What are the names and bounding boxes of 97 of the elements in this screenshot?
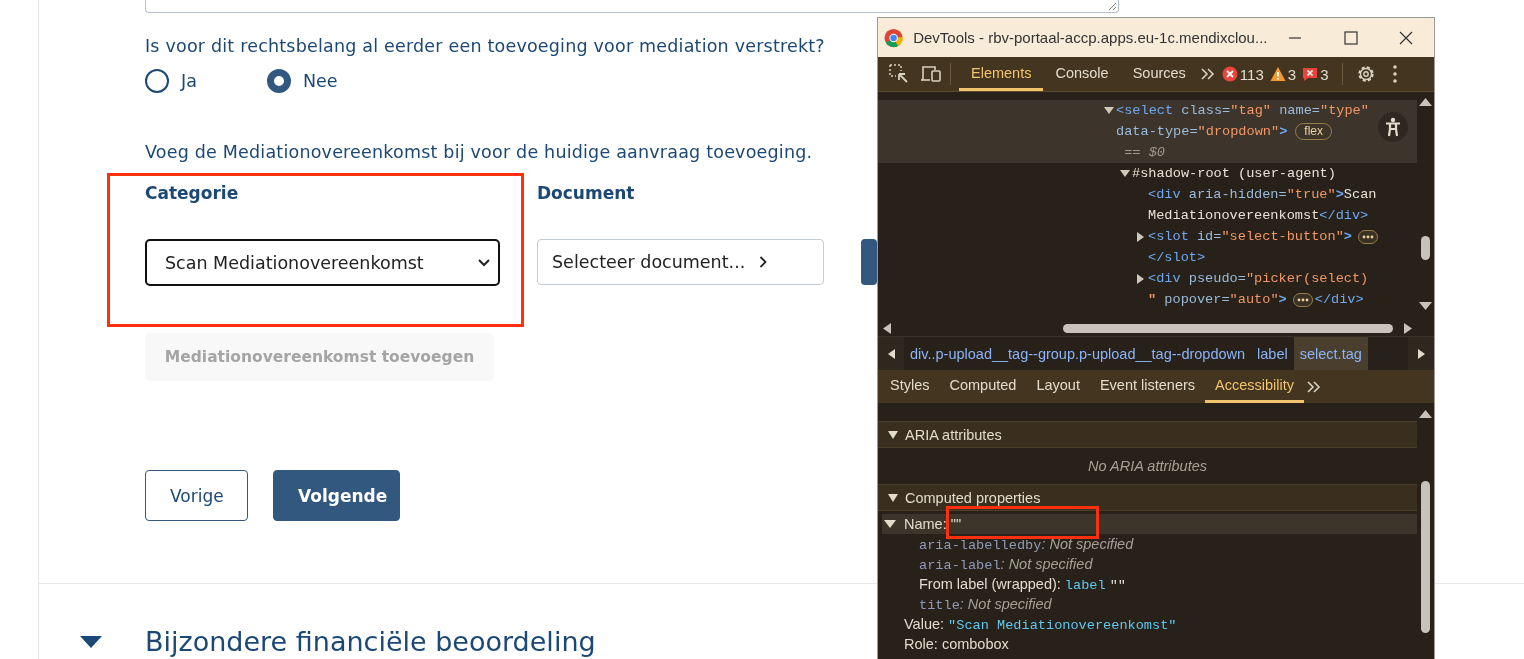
- section-header[interactable]: ARIA attributes: [878, 421, 1417, 448]
- devtools-tab[interactable]: Console: [1043, 57, 1121, 91]
- resize-grip-icon[interactable]: [1108, 2, 1117, 11]
- property-text: Value: "Scan Mediationovereenkomst": [904, 615, 1177, 633]
- scroll-up-icon[interactable]: [1419, 409, 1432, 418]
- scroll-right-icon[interactable]: [1417, 348, 1425, 359]
- scrollbar-thumb[interactable]: [1063, 324, 1393, 333]
- empty-message: No ARIA attributes: [1087, 457, 1208, 476]
- scroll-left-button[interactable]: [878, 337, 904, 370]
- property-row[interactable]: Name: "": [882, 514, 1417, 534]
- property-text: Name: "": [904, 516, 962, 532]
- property-text: From label (wrapped): label "": [919, 575, 1126, 593]
- property-text: title: Not specified: [919, 595, 1052, 613]
- panel-tab[interactable]: Computed: [939, 370, 1027, 403]
- scroll-down-icon[interactable]: [1419, 302, 1432, 311]
- property-text: aria-label: Not specified: [919, 555, 1093, 573]
- scrollbar-thumb[interactable]: [1421, 236, 1430, 260]
- ellipsis-icon[interactable]: [1292, 292, 1313, 307]
- more-tabs-icon[interactable]: [1199, 67, 1216, 81]
- section-heading[interactable]: Bijzondere financiële beoordeling: [145, 624, 596, 659]
- devtools-tab[interactable]: Sources: [1120, 57, 1198, 91]
- dom-code-line: " popover="auto">: [1148, 292, 1287, 307]
- device-toolbar-icon[interactable]: [920, 63, 942, 85]
- dom-code-line: </div>: [1314, 292, 1364, 307]
- breadcrumb[interactable]: select.tag: [1293, 337, 1368, 370]
- expand-arrow-icon[interactable]: [884, 520, 896, 528]
- dom-node-row[interactable]: #shadow-root (user-agent): [878, 163, 1417, 184]
- expand-arrow-icon[interactable]: [1104, 106, 1114, 115]
- panel-tab[interactable]: Event listeners: [1089, 370, 1206, 403]
- category-dropdown[interactable]: Scan Mediationovereenkomst: [145, 239, 500, 286]
- scroll-left-icon[interactable]: [887, 348, 895, 359]
- scrollbar-thumb[interactable]: [1421, 481, 1430, 633]
- section-title: Computed properties: [905, 489, 1041, 506]
- panel-tab[interactable]: Accessibility: [1205, 370, 1305, 403]
- field-label: Document: [537, 183, 636, 203]
- next-button[interactable]: Volgende: [273, 470, 400, 521]
- question-text: Is voor dit rechtsbelang al eerder een toevoeging voor mediation verstrekt?: [145, 35, 825, 58]
- text-area-field[interactable]: [145, 0, 1119, 13]
- radio-button[interactable]: [267, 69, 291, 93]
- dom-code-line: Mediationovereenkomst</div>: [1148, 208, 1369, 223]
- field-label: Categorie: [145, 183, 240, 203]
- breadcrumb[interactable]: div..p-upload__tag--group.p-upload__tag--dropdown: [904, 337, 1252, 370]
- instruction-text: Voeg de Mediationovereenkomst bij voor de huidige aanvraag toevoeging.: [145, 141, 813, 164]
- expand-arrow-icon[interactable]: [1137, 231, 1145, 242]
- browser-logo-icon: [884, 27, 904, 48]
- property-text: aria-labelledby: Not specified: [919, 535, 1134, 553]
- dom-node-row[interactable]: <select class="tag" name="type" data-type="dropdown"> flex == $0: [878, 100, 1417, 163]
- chevron-down-icon: [478, 258, 490, 267]
- collapse-triangle-icon[interactable]: [80, 636, 102, 648]
- issue-icon: [1302, 66, 1319, 82]
- dom-code-line: </slot>: [1148, 250, 1206, 265]
- selected-node-reference: == $0: [1123, 145, 1165, 160]
- expand-arrow-icon[interactable]: [888, 493, 898, 502]
- dom-code-line: #shadow-root (user-agent): [1132, 166, 1336, 181]
- devtools-tab[interactable]: Elements: [959, 57, 1044, 91]
- warning-icon: [1269, 66, 1286, 82]
- expand-arrow-icon[interactable]: [1120, 169, 1130, 178]
- expand-arrow-icon[interactable]: [888, 430, 898, 439]
- count-label[interactable]: 3: [1320, 65, 1329, 83]
- select-document-button[interactable]: Selecteer document...: [537, 239, 824, 285]
- accessibility-icon[interactable]: [1385, 117, 1401, 137]
- scroll-up-icon[interactable]: [1419, 97, 1432, 106]
- dom-node-row[interactable]: <div aria-hidden="true">Scan Mediationovereenkomst</div>: [878, 184, 1417, 226]
- inspect-element-icon[interactable]: [888, 63, 910, 85]
- expand-arrow-icon[interactable]: [1137, 273, 1145, 284]
- property-row[interactable]: Role: combobox: [878, 634, 1417, 654]
- radio-label[interactable]: Ja: [181, 71, 197, 91]
- more-options-icon[interactable]: [1391, 63, 1400, 85]
- radio-label[interactable]: Nee: [303, 71, 338, 91]
- scroll-right-button[interactable]: [1408, 337, 1434, 370]
- section-header[interactable]: Computed properties: [878, 484, 1417, 511]
- panel-tab[interactable]: Styles: [880, 370, 940, 403]
- dom-code-line: <div aria-hidden="true">Scan: [1148, 187, 1377, 202]
- scroll-right-icon[interactable]: [1404, 323, 1413, 334]
- dom-code-line: data-type="dropdown">: [1116, 124, 1288, 139]
- chevron-right-icon: [759, 256, 768, 268]
- window-title: DevTools - rbv-portaal-accp.apps.eu-1c.mendixclou...: [913, 29, 1268, 46]
- maximize-icon[interactable]: [1343, 30, 1358, 45]
- dom-node-row[interactable]: <slot id="select-button"> </slot>: [878, 226, 1417, 268]
- close-icon[interactable]: [1399, 30, 1414, 45]
- ellipsis-icon[interactable]: [1358, 229, 1378, 244]
- breadcrumb[interactable]: label: [1251, 337, 1294, 370]
- error-icon: [1221, 66, 1238, 82]
- more-tabs-icon[interactable]: [1306, 379, 1323, 394]
- property-text: Role: combobox: [904, 636, 1009, 652]
- radio-button[interactable]: [145, 69, 169, 93]
- previous-button[interactable]: Vorige: [145, 470, 248, 521]
- property-row[interactable]: Value: "Scan Mediationovereenkomst": [878, 614, 1417, 634]
- dom-node-row[interactable]: <div pseudo="picker(select) " popover="auto"> </div>: [878, 268, 1417, 310]
- section-title: ARIA attributes: [905, 426, 1002, 443]
- dom-code-line: <div pseudo="picker(select): [1148, 271, 1369, 286]
- count-label[interactable]: 113: [1239, 65, 1264, 83]
- panel-tab[interactable]: Layout: [1026, 370, 1090, 403]
- dom-code-line: <slot id="select-button">: [1148, 229, 1352, 244]
- scroll-left-icon[interactable]: [882, 323, 891, 334]
- dom-code-line: <select class="tag" name="type": [1116, 103, 1369, 118]
- count-label[interactable]: 3: [1287, 65, 1297, 83]
